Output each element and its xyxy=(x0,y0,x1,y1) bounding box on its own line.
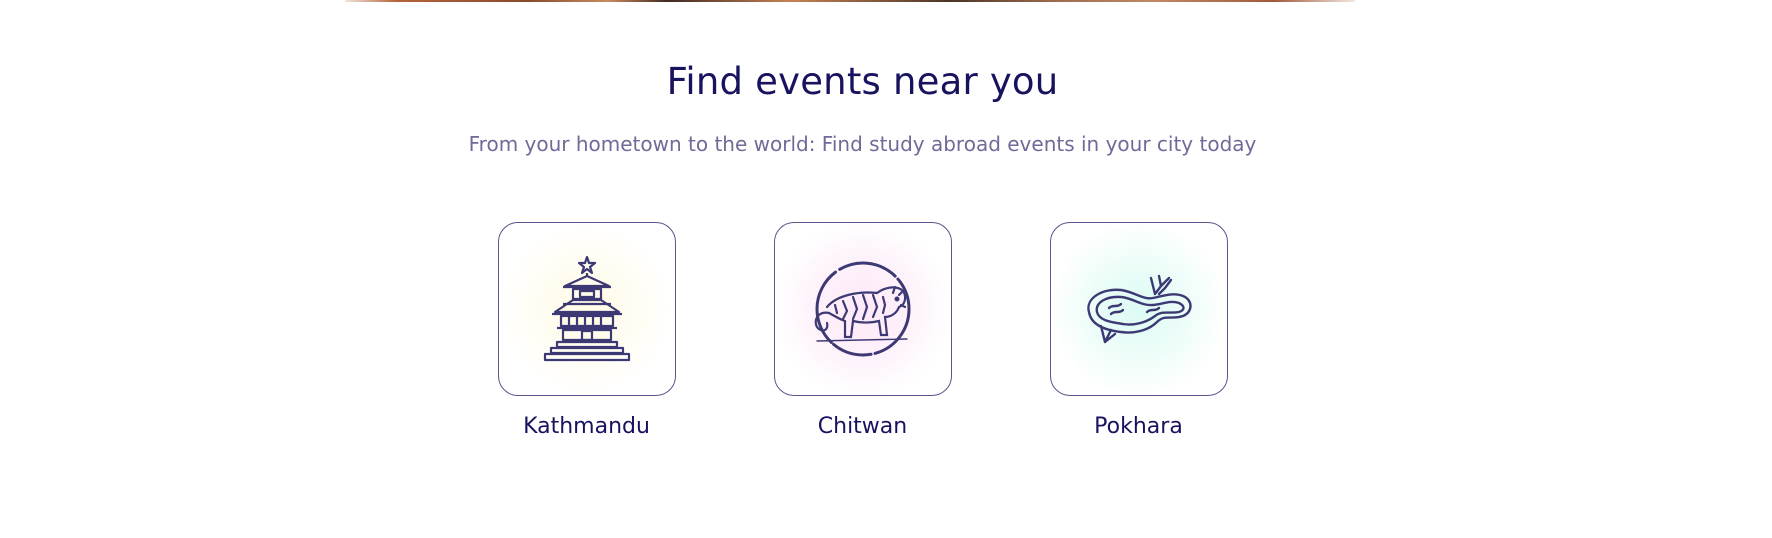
city-name[interactable]: Pokhara xyxy=(1094,414,1183,439)
section-title: Find events near you xyxy=(666,60,1059,103)
city-card-pokhara[interactable]: Pokhara xyxy=(1049,222,1229,439)
city-card-chitwan[interactable]: Chitwan xyxy=(773,222,953,439)
city-tile-pokhara[interactable] xyxy=(1049,222,1228,396)
temple-icon xyxy=(537,254,637,364)
city-card-kathmandu[interactable]: Kathmandu xyxy=(497,222,677,439)
hero-banner-edge xyxy=(345,0,1355,2)
lake-icon xyxy=(1079,264,1199,354)
section-subtitle: From your hometown to the world: Find st… xyxy=(468,132,1257,156)
city-list: Kathmandu Chitwan Pokhara xyxy=(0,222,1725,439)
events-section: Find events near you From your hometown … xyxy=(0,0,1772,538)
city-tile-kathmandu[interactable] xyxy=(497,222,676,396)
city-name[interactable]: Chitwan xyxy=(818,414,907,439)
tiger-icon xyxy=(807,257,919,361)
city-tile-chitwan[interactable] xyxy=(773,222,952,396)
city-name[interactable]: Kathmandu xyxy=(523,414,650,439)
